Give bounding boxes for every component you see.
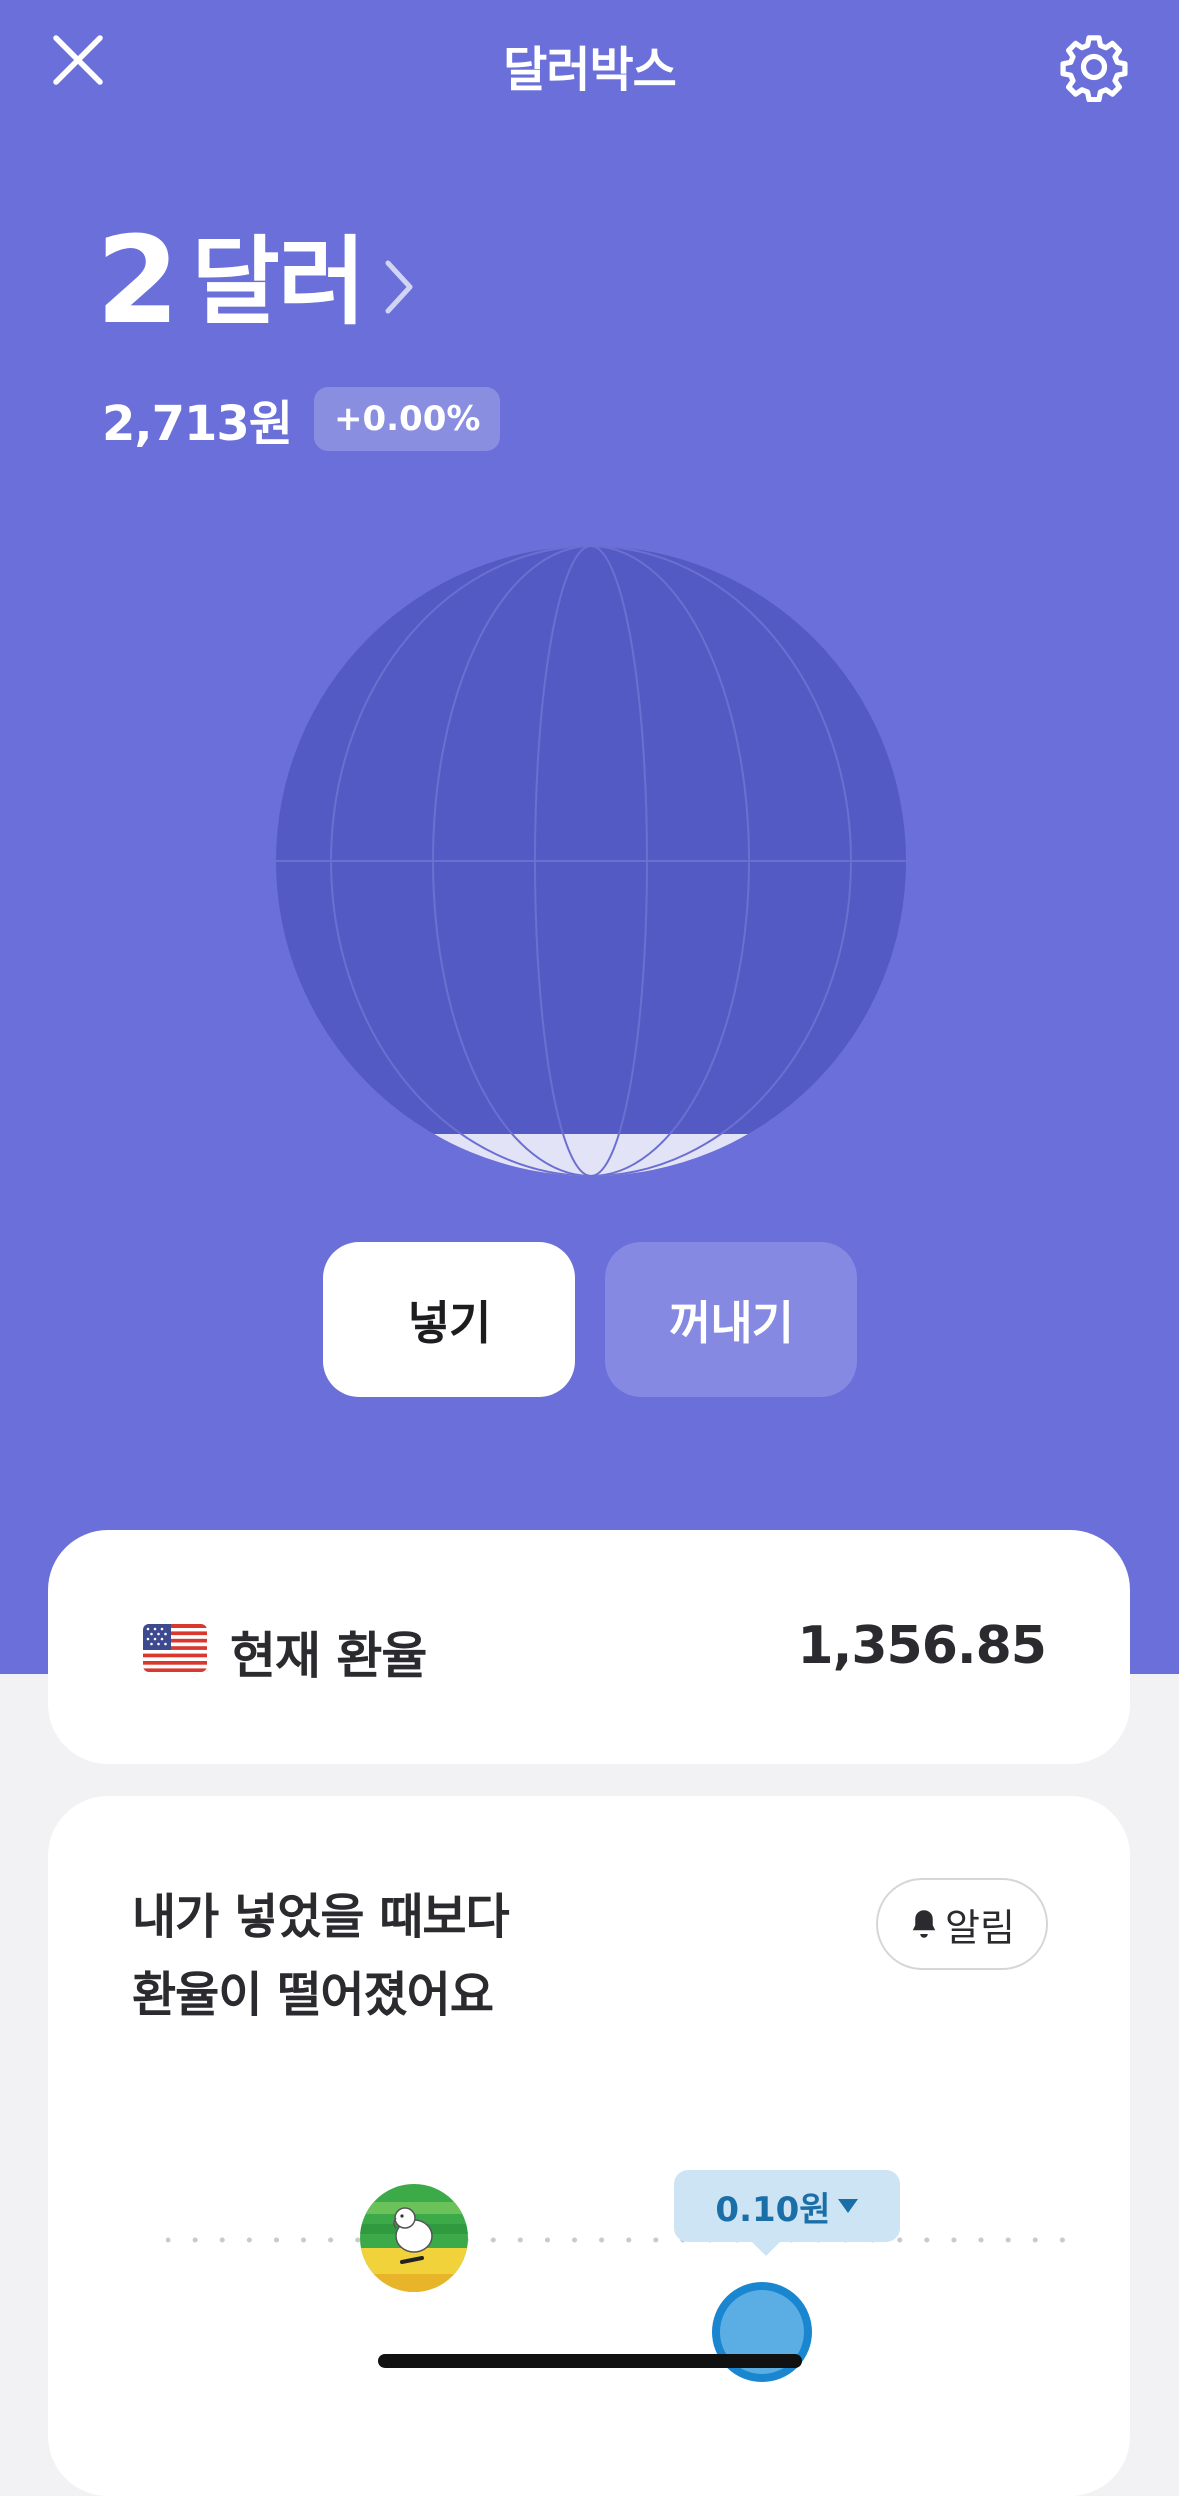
- rate-diff-label: 0.10원: [715, 2189, 831, 2230]
- rate-track-line: [166, 2237, 1066, 2243]
- exchange-rate-value: 1,356.85: [797, 1616, 1047, 1676]
- rate-trend-card: 내가 넣었을 때보다 환율이 떨어졌어요 알림 0.10원: [48, 1796, 1130, 2496]
- balance-amount: 2: [96, 212, 179, 351]
- settings-button[interactable]: [1049, 22, 1139, 112]
- trend-message-line2: 환율이 떨어졌어요: [132, 1967, 494, 2023]
- change-badge: +0.00%: [314, 387, 501, 451]
- avatar-deposit-marker: [360, 2184, 468, 2292]
- home-indicator: [378, 2354, 802, 2368]
- alarm-button[interactable]: 알림: [876, 1878, 1048, 1970]
- caret-down-icon: [837, 2197, 859, 2215]
- krw-value: 2,713원: [102, 396, 293, 452]
- balance-unit: 달러: [191, 226, 367, 338]
- exchange-rate-label: 현재 환율: [230, 1627, 427, 1685]
- gear-icon: [1060, 35, 1128, 102]
- alarm-label: 알림: [945, 1905, 1015, 1950]
- krw-summary: 2,713원 +0.00%: [102, 384, 501, 454]
- balance-link[interactable]: 2 달러: [96, 212, 416, 352]
- current-rate-marker[interactable]: [710, 2280, 814, 2384]
- deposit-button[interactable]: 넣기: [323, 1242, 575, 1397]
- bell-icon: [909, 1907, 939, 1941]
- trend-message-line1: 내가 넣었을 때보다: [132, 1889, 510, 1945]
- hero-section: 달러박스 2 달러 2,713원 +0.00% 넣기 꺼내기: [0, 0, 1179, 1674]
- withdraw-button[interactable]: 꺼내기: [605, 1242, 857, 1397]
- rate-diff-tooltip[interactable]: 0.10원: [674, 2170, 900, 2256]
- chevron-right-icon: [385, 260, 413, 314]
- page-title: 달러박스: [503, 42, 677, 98]
- trend-message: 내가 넣었을 때보다 환율이 떨어졌어요: [132, 1878, 510, 2034]
- top-bar: 달러박스: [0, 0, 1179, 140]
- us-flag-icon: [143, 1624, 207, 1672]
- globe-illustration: [276, 546, 906, 1176]
- exchange-rate-card[interactable]: 현재 환율 1,356.85: [48, 1530, 1130, 1764]
